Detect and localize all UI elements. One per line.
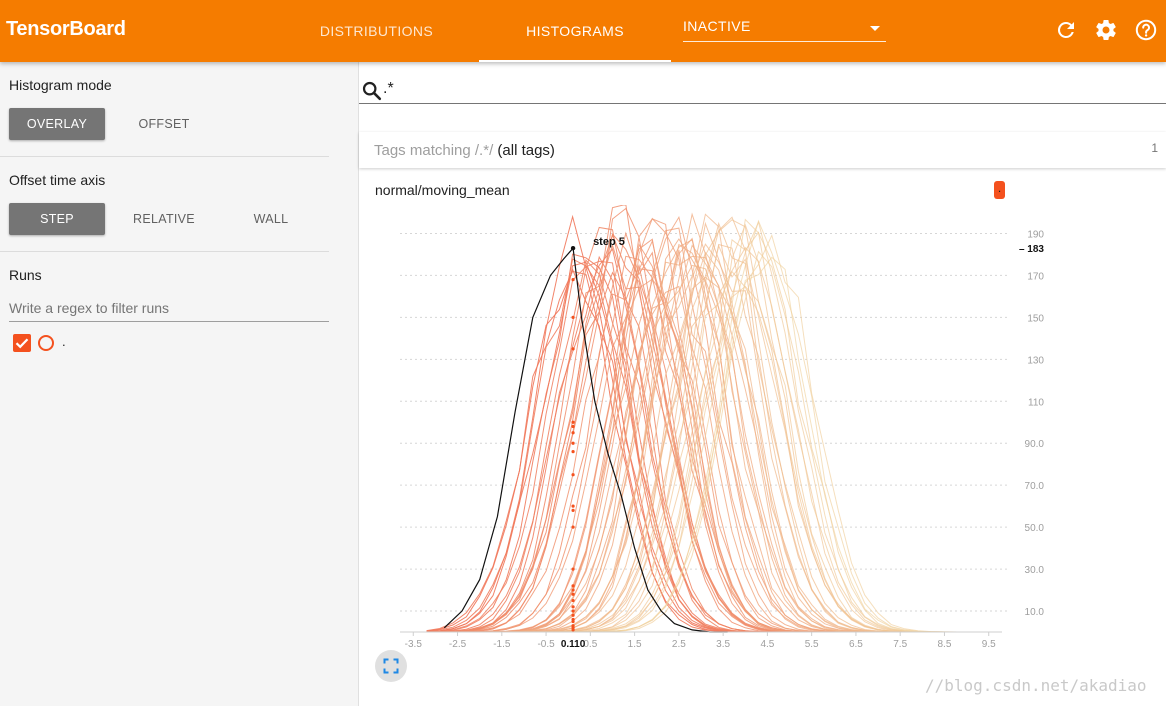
section-divider: [0, 251, 329, 252]
x-tick-label: 1.5: [628, 639, 642, 650]
histogram-lines: [426, 205, 985, 633]
marker-point: [571, 315, 575, 319]
x-tick-label: 7.5: [893, 639, 907, 650]
tags-prefix: Tags matching: [374, 142, 471, 159]
marker-point: [571, 613, 575, 617]
hover-y-label: – 183: [1019, 244, 1044, 255]
marker-point: [571, 473, 575, 477]
y-tick-label: 90.0: [1025, 439, 1045, 450]
x-tick-label: 0.5: [583, 639, 597, 650]
marker-point: [571, 420, 575, 424]
x-tick-label: -3.5: [405, 639, 423, 650]
overlay-button[interactable]: OVERLAY: [9, 108, 105, 140]
histogram-mode-title: Histogram mode: [9, 77, 112, 93]
marker-point: [571, 584, 575, 588]
search-icon: [362, 81, 382, 101]
tab-selected-indicator: [479, 60, 671, 62]
watermark: //blog.csdn.net/akadiao: [925, 676, 1147, 695]
app-title: TensorBoard: [6, 18, 126, 40]
relative-button[interactable]: RELATIVE: [116, 203, 212, 235]
y-tick-label: 110: [1028, 397, 1044, 408]
step-button[interactable]: STEP: [9, 203, 105, 235]
y-tick-label: 10.0: [1025, 607, 1045, 618]
y-tick-label: 70.0: [1025, 481, 1045, 492]
tags-count: 1: [1151, 141, 1158, 155]
marker-point: [571, 605, 575, 609]
marker-point: [571, 598, 575, 603]
x-tick-label: 4.5: [760, 639, 774, 650]
x-tick-label: -1.5: [493, 639, 511, 650]
marker-point: [571, 347, 575, 351]
tab-histograms[interactable]: HISTOGRAMS: [479, 0, 671, 62]
marker-point: [571, 619, 575, 624]
marker-point: [571, 609, 575, 613]
tab-distributions-label: DISTRIBUTIONS: [319, 23, 434, 39]
x-tick-label: 2.5: [672, 639, 686, 650]
offset-time-axis-title: Offset time axis: [9, 172, 106, 188]
tags-matching-text: Tags matching /.*/ (all tags): [374, 142, 555, 159]
x-tick-label: 9.5: [982, 639, 996, 650]
search-input[interactable]: .*: [383, 80, 394, 98]
sidebar: Histogram mode OVERLAY OFFSET Offset tim…: [0, 62, 359, 706]
histogram-chart[interactable]: 10.0 30.0 50.0 70.0 90.0 110 130 150 170 190 -3.5 -…: [360, 205, 1066, 650]
x-tick-label: 8.5: [938, 639, 952, 650]
grid-layer: [400, 232, 1010, 612]
marker-point: [571, 441, 575, 445]
step-histogram-line: [426, 207, 985, 633]
tags-matching-header[interactable]: Tags matching /.*/ (all tags) 1: [359, 132, 1166, 168]
y-tick-label: 170: [1027, 271, 1044, 282]
check-icon: [15, 338, 29, 349]
help-icon[interactable]: [1134, 18, 1158, 42]
tags-suffix: (all tags): [497, 142, 555, 159]
y-tick-label: 190: [1027, 229, 1044, 240]
section-divider: [0, 156, 329, 157]
runs-title: Runs: [9, 267, 42, 283]
run-name: .: [62, 334, 66, 349]
tags-regex: /.*/: [474, 142, 494, 159]
settings-icon[interactable]: [1094, 18, 1118, 42]
marker-point: [571, 450, 575, 454]
wall-button[interactable]: WALL: [223, 203, 319, 235]
x-tick-label: -2.5: [449, 639, 467, 650]
marker-point: [571, 278, 575, 282]
axis-layer: 10.0 30.0 50.0 70.0 90.0 110 130 150 170 190 -3.5 -…: [400, 229, 1044, 650]
y-tick-label: 30.0: [1025, 565, 1045, 576]
marker-point: [571, 525, 575, 529]
marker-point: [571, 508, 575, 512]
y-tick-label: 130: [1027, 355, 1044, 366]
marker-point: [571, 588, 575, 592]
hover-step-label: step 5: [593, 236, 625, 248]
x-tick-label: 5.5: [805, 639, 819, 650]
runs-filter-input[interactable]: Write a regex to filter runs: [9, 298, 329, 322]
hover-x-label: 0.110: [561, 639, 586, 650]
tab-distributions[interactable]: DISTRIBUTIONS: [305, 0, 448, 62]
histogram-card-title: normal/moving_mean: [375, 182, 510, 198]
y-tick-label: 50.0: [1025, 523, 1045, 534]
hover-point: [570, 245, 576, 251]
inactive-dropdown-value: INACTIVE: [683, 18, 751, 34]
y-tick-label: 150: [1027, 313, 1044, 324]
x-tick-label: 6.5: [849, 639, 863, 650]
marker-point: [571, 628, 575, 632]
tag-search[interactable]: .*: [359, 76, 1166, 104]
step-histogram-line: [426, 278, 985, 633]
run-badge: .: [994, 181, 1005, 199]
marker-point: [571, 424, 575, 429]
refresh-icon[interactable]: [1054, 18, 1078, 42]
marker-point: [571, 504, 575, 508]
x-tick-label: 3.5: [716, 639, 730, 650]
tab-histograms-label: HISTOGRAMS: [526, 23, 624, 39]
x-tick-label: -0.5: [537, 639, 555, 650]
fullscreen-icon: [383, 658, 399, 674]
marker-point: [571, 592, 575, 596]
marker-point: [571, 567, 575, 571]
run-radio-button[interactable]: [38, 335, 54, 351]
run-checkbox[interactable]: [13, 334, 31, 352]
chevron-down-icon: [870, 26, 880, 31]
offset-button[interactable]: OFFSET: [116, 108, 212, 140]
top-bar: TensorBoard DISTRIBUTIONS HISTOGRAMS INA…: [0, 0, 1166, 62]
marker-point: [571, 431, 575, 435]
fit-domain-button[interactable]: [375, 650, 407, 682]
inactive-dropdown[interactable]: INACTIVE: [683, 18, 886, 42]
